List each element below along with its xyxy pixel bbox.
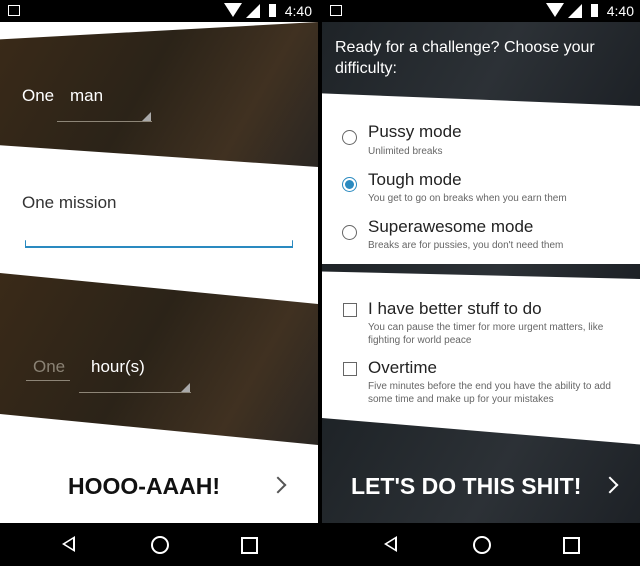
home-icon[interactable] xyxy=(151,536,169,554)
one-man-label: One xyxy=(22,86,55,105)
clock: 4:40 xyxy=(284,3,312,19)
hours-input[interactable]: One xyxy=(33,357,65,377)
nav-bar xyxy=(0,523,318,566)
wifi-icon xyxy=(546,3,564,17)
cta-banner xyxy=(322,418,640,524)
lets-do-this-button[interactable]: LET'S DO THIS SHIT! xyxy=(351,473,581,500)
cell-signal-icon xyxy=(246,4,260,18)
man-dropdown-underline xyxy=(57,121,152,122)
status-bar: 4:40 xyxy=(322,0,640,22)
option-title: Pussy mode xyxy=(368,122,462,141)
battery-icon xyxy=(269,4,276,17)
status-bar: 4:40 xyxy=(0,0,318,22)
option-subtitle: Five minutes before the end you have the… xyxy=(368,381,611,405)
hoooaaah-button[interactable]: HOOO-AAAH! xyxy=(68,473,220,500)
option-title: Overtime xyxy=(368,358,437,377)
clock: 4:40 xyxy=(606,3,634,19)
mission-label: One mission xyxy=(22,193,117,212)
option-subtitle: You can pause the timer for more urgent … xyxy=(368,322,604,346)
battery-icon xyxy=(591,4,598,17)
recents-icon[interactable] xyxy=(241,537,258,554)
option-title: Tough mode xyxy=(368,170,462,189)
back-icon[interactable] xyxy=(62,536,75,552)
option-subtitle: Breaks are for pussies, you don't need t… xyxy=(368,240,564,251)
home-icon[interactable] xyxy=(473,536,491,554)
hours-input-underline xyxy=(26,380,70,381)
right-screen: 4:40 Ready for a challenge? Choose your … xyxy=(322,0,640,566)
cell-signal-icon xyxy=(568,4,582,18)
radio-button[interactable] xyxy=(342,130,357,145)
radio-button[interactable] xyxy=(342,225,357,240)
recents-icon[interactable] xyxy=(563,537,580,554)
option-title: Superawesome mode xyxy=(368,217,534,236)
hours-unit-dropdown-value[interactable]: hour(s) xyxy=(91,357,145,377)
option-subtitle: Unlimited breaks xyxy=(368,146,443,157)
man-dropdown-arrow-icon[interactable] xyxy=(142,112,151,121)
checkbox[interactable] xyxy=(343,303,357,317)
hours-dropdown-underline xyxy=(79,392,191,393)
checkbox[interactable] xyxy=(343,362,357,376)
man-dropdown-value[interactable]: man xyxy=(70,86,103,106)
option-subtitle: You get to go on breaks when you earn th… xyxy=(368,193,567,204)
mission-input[interactable] xyxy=(25,240,293,248)
section-divider xyxy=(322,264,640,279)
option-title: I have better stuff to do xyxy=(368,299,542,318)
nav-bar xyxy=(322,523,640,566)
gallery-notification-icon xyxy=(8,5,20,16)
difficulty-prompt: Ready for a challenge? Choose your diffi… xyxy=(335,39,595,77)
gallery-notification-icon xyxy=(330,5,342,16)
left-screen: 4:40 One man One mission One hour(s) HOO… xyxy=(0,0,318,566)
chevron-right-icon[interactable] xyxy=(269,476,287,494)
hours-dropdown-arrow-icon[interactable] xyxy=(181,383,190,392)
wifi-icon xyxy=(224,3,242,17)
radio-button[interactable] xyxy=(342,177,357,192)
back-icon[interactable] xyxy=(384,536,397,552)
